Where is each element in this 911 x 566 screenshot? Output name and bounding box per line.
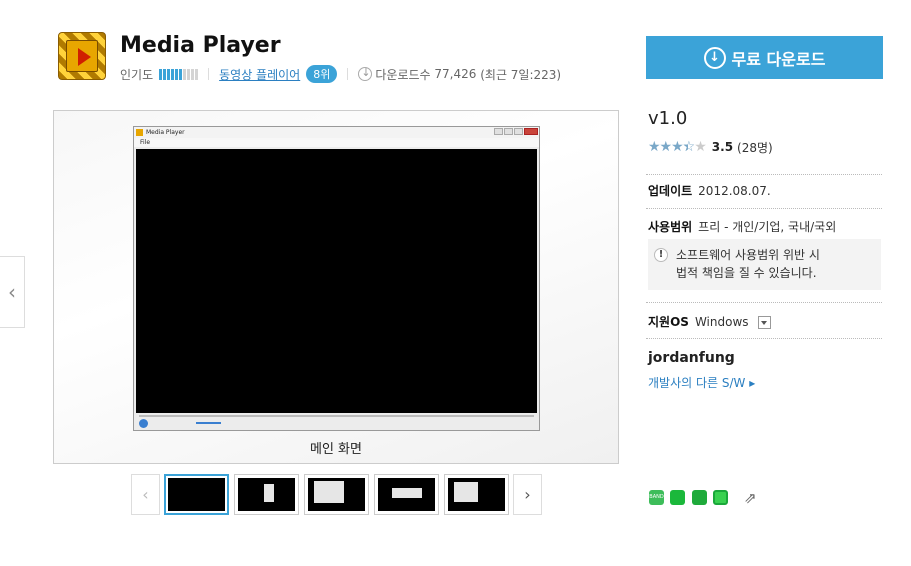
chevron-left-icon: ‹ <box>8 280 16 304</box>
thumbnail[interactable] <box>374 474 439 515</box>
screenshot-caption: 메인 화면 <box>310 442 362 457</box>
player-controls <box>136 414 537 429</box>
chevron-left-icon: ‹ <box>142 485 149 504</box>
video-area <box>136 149 537 413</box>
screenshot-window-title: Media Player <box>134 127 539 138</box>
band-share-icon[interactable]: BAND <box>649 490 664 505</box>
chevron-right-icon: › <box>524 485 531 504</box>
player-play-icon <box>139 419 148 428</box>
download-button-label: 무료 다운로드 <box>731 49 826 69</box>
screenshot-viewer[interactable]: Media Player File 메인 화면 <box>53 110 619 464</box>
thumbnail[interactable] <box>164 474 229 515</box>
downloads-label: 다운로드수 <box>375 67 431 82</box>
line-share-icon[interactable] <box>670 490 685 505</box>
popularity-bar <box>159 68 199 80</box>
developer-other-software-link[interactable]: 개발사의 다른 S/W ▸ <box>648 374 755 391</box>
free-download-button[interactable]: ↓ 무료 다운로드 <box>646 36 883 79</box>
download-circle-icon: ↓ <box>703 46 726 69</box>
update-row: 업데이트 2012.08.07. <box>648 182 771 199</box>
thumbnail[interactable] <box>304 474 369 515</box>
os-row: 지원OS Windows <box>648 313 772 330</box>
os-value: Windows <box>694 315 749 329</box>
rating: ★★★☆★★ 3.5 (28명) <box>648 139 773 155</box>
os-label: 지원OS <box>648 315 689 329</box>
play-icon <box>78 48 91 66</box>
thumbnail[interactable] <box>444 474 509 515</box>
screenshot-window: Media Player File <box>133 126 540 431</box>
app-title: Media Player <box>120 33 281 58</box>
thumbnail-next-button[interactable]: › <box>513 474 542 515</box>
thumbnail-prev-button[interactable]: ‹ <box>131 474 160 515</box>
license-row: 사용범위 프리 - 개인/기업, 국내/국외 <box>648 218 836 235</box>
downloads-recent: (최근 7일:223) <box>480 67 562 82</box>
screenshot-window-menu: File <box>134 138 539 147</box>
window-controls <box>494 128 538 135</box>
developer-name: jordanfung <box>648 350 735 366</box>
bookmark-share-icon[interactable] <box>692 490 707 505</box>
popularity-label: 인기도 <box>120 67 154 82</box>
thumbnail[interactable] <box>234 474 299 515</box>
rating-count: (28명) <box>737 140 773 155</box>
rating-stars: ★★★☆★★ <box>648 139 707 155</box>
notice-line1: 소프트웨어 사용범위 위반 시 <box>676 248 820 262</box>
notice-line2: 법적 책임을 질 수 있습니다. <box>676 266 817 280</box>
share-icon[interactable]: ⇗ <box>744 489 757 507</box>
license-value: 프리 - 개인/기업, 국내/국외 <box>698 220 837 234</box>
exclamation-icon: ! <box>654 248 668 262</box>
memo-share-icon[interactable] <box>713 490 728 505</box>
version: v1.0 <box>648 108 688 129</box>
app-meta: 인기도 동영상 플레이어 8위 다운로드수 77,426 (최근 7일:223) <box>120 64 561 84</box>
license-notice: ! 소프트웨어 사용범위 위반 시 법적 책임을 질 수 있습니다. <box>648 239 881 290</box>
update-date: 2012.08.07. <box>698 184 771 198</box>
rating-value: 3.5 <box>711 140 734 154</box>
app-icon <box>58 32 106 80</box>
os-dropdown-button[interactable] <box>758 316 772 329</box>
category-link[interactable]: 동영상 플레이어 <box>219 66 300 83</box>
previous-app-button[interactable]: ‹ <box>0 256 25 328</box>
rank-badge: 8위 <box>306 65 338 83</box>
download-count-icon <box>358 66 373 81</box>
downloads-count: 77,426 <box>434 67 477 81</box>
license-label: 사용범위 <box>648 220 693 234</box>
update-label: 업데이트 <box>648 184 693 198</box>
